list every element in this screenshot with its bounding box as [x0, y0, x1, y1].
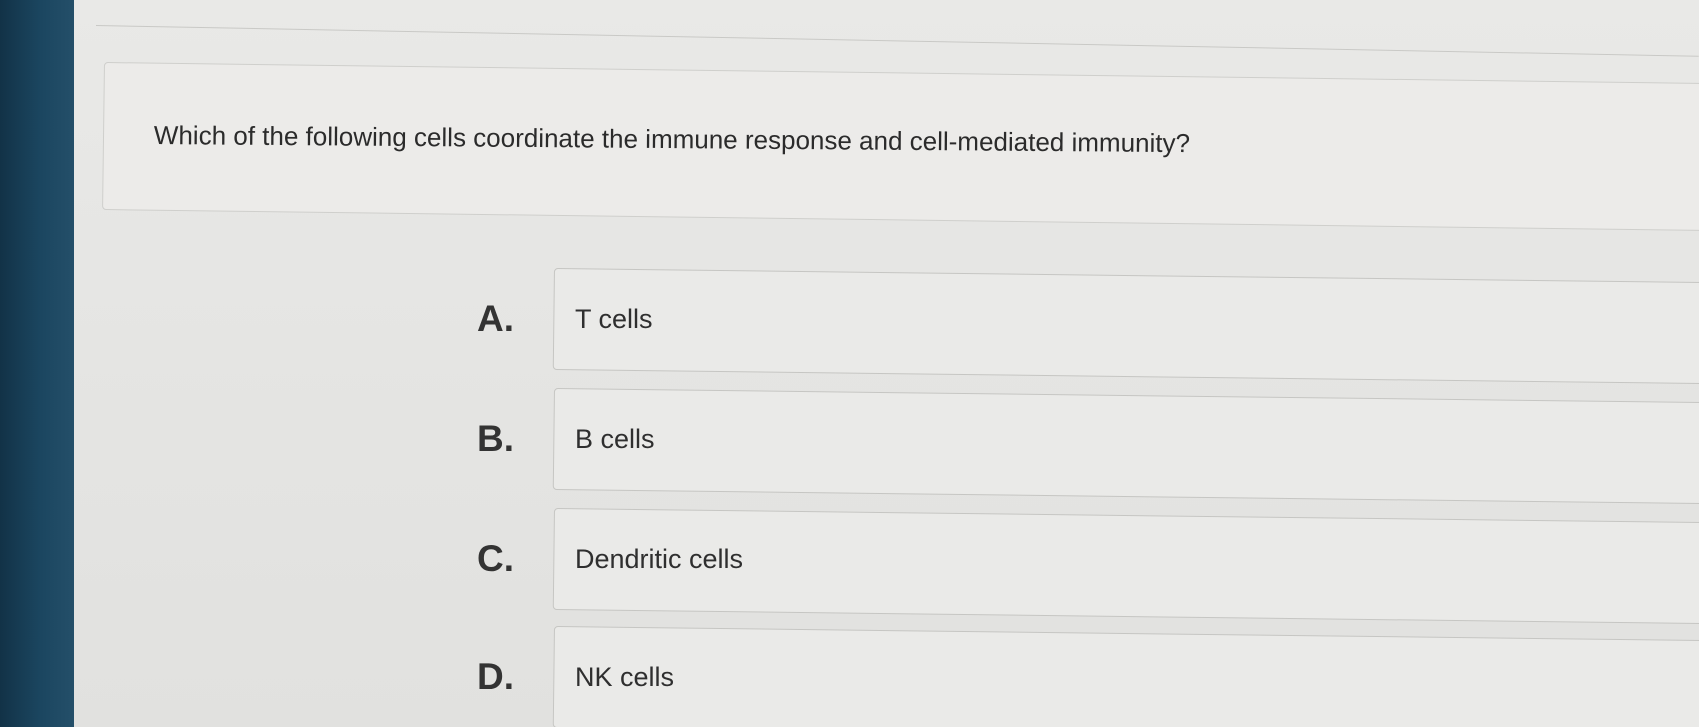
answer-option-c[interactable]: C. Dendritic cells [0, 508, 1699, 625]
answer-option-d[interactable]: D. NK cells [0, 626, 1699, 727]
option-text: Dendritic cells [575, 544, 744, 574]
option-text: T cells [575, 304, 653, 334]
option-text: NK cells [575, 662, 675, 692]
answer-option-b[interactable]: B. B cells [0, 388, 1699, 505]
option-box[interactable] [552, 268, 1699, 385]
option-box[interactable] [552, 626, 1699, 727]
option-text: B cells [575, 424, 655, 454]
answer-option-a[interactable]: A. T cells [0, 268, 1699, 385]
option-letter: D. [477, 656, 514, 697]
option-letter: B. [477, 418, 514, 459]
option-box[interactable] [552, 388, 1699, 505]
option-letter: A. [477, 298, 514, 339]
option-letter: C. [477, 538, 514, 579]
